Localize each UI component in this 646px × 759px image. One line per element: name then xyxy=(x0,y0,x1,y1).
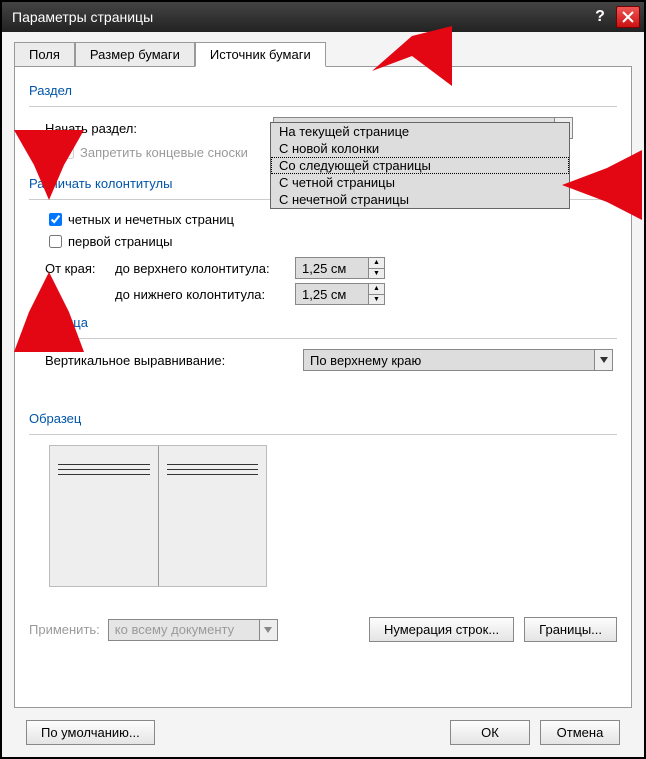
valign-value: По верхнему краю xyxy=(304,353,594,368)
footer-distance-value: 1,25 см xyxy=(296,284,368,304)
start-section-label: Начать раздел: xyxy=(45,121,265,136)
start-section-dropdown[interactable]: На текущей странице С новой колонки Со с… xyxy=(270,122,570,209)
dialog-footer: По умолчанию... ОК Отмена xyxy=(14,710,632,745)
section-group-label: Раздел xyxy=(29,83,617,98)
tab-paper-size[interactable]: Размер бумаги xyxy=(75,42,195,67)
preview-box xyxy=(49,445,267,587)
tab-panel: Раздел Начать раздел: Со следующей стран… xyxy=(14,66,632,708)
divider xyxy=(29,106,617,107)
suppress-endnotes-label: Запретить концевые сноски xyxy=(80,145,248,160)
footer-distance-spinner[interactable]: 1,25 см ▲▼ xyxy=(295,283,385,305)
tab-fields[interactable]: Поля xyxy=(14,42,75,67)
page-group-label: Страница xyxy=(29,315,617,330)
to-footer-label: до нижнего колонтитула: xyxy=(115,287,295,302)
from-edge-label: От края: xyxy=(45,261,115,276)
header-distance-spinner[interactable]: 1,25 см ▲▼ xyxy=(295,257,385,279)
window-title: Параметры страницы xyxy=(12,9,584,25)
chevron-down-icon xyxy=(259,620,277,640)
valign-label: Вертикальное выравнивание: xyxy=(45,353,295,368)
ok-button[interactable]: ОК xyxy=(450,720,530,745)
dropdown-option[interactable]: С нечетной страницы xyxy=(271,191,569,208)
borders-button[interactable]: Границы... xyxy=(524,617,617,642)
dropdown-option[interactable]: Со следующей страницы xyxy=(271,157,569,174)
header-distance-value: 1,25 см xyxy=(296,258,368,278)
apply-to-combo: ко всему документу xyxy=(108,619,278,641)
titlebar: Параметры страницы ? xyxy=(2,2,644,32)
dropdown-option[interactable]: С новой колонки xyxy=(271,140,569,157)
first-page-label: первой страницы xyxy=(68,234,173,249)
odd-even-label: четных и нечетных страниц xyxy=(68,212,234,227)
suppress-endnotes-checkbox xyxy=(61,146,74,159)
dialog-window: Параметры страницы ? Поля Размер бумаги … xyxy=(0,0,646,759)
first-page-checkbox[interactable] xyxy=(49,235,62,248)
dropdown-option[interactable]: На текущей странице xyxy=(271,123,569,140)
close-icon xyxy=(622,11,634,23)
cancel-button[interactable]: Отмена xyxy=(540,720,620,745)
to-header-label: до верхнего колонтитула: xyxy=(115,261,295,276)
line-numbers-button[interactable]: Нумерация строк... xyxy=(369,617,514,642)
apply-to-label: Применить: xyxy=(29,622,100,637)
help-button[interactable]: ? xyxy=(588,6,612,28)
odd-even-checkbox[interactable] xyxy=(49,213,62,226)
tab-strip: Поля Размер бумаги Источник бумаги xyxy=(14,42,632,67)
preview-group-label: Образец xyxy=(29,411,617,426)
spinner-arrows-icon: ▲▼ xyxy=(368,258,384,278)
chevron-down-icon xyxy=(594,350,612,370)
spinner-arrows-icon: ▲▼ xyxy=(368,284,384,304)
client-area: Поля Размер бумаги Источник бумаги Разде… xyxy=(2,32,644,757)
divider xyxy=(29,434,617,435)
valign-combo[interactable]: По верхнему краю xyxy=(303,349,613,371)
close-button[interactable] xyxy=(616,6,640,28)
tab-paper-source[interactable]: Источник бумаги xyxy=(195,42,326,67)
preview-page-right xyxy=(159,446,267,586)
defaults-button[interactable]: По умолчанию... xyxy=(26,720,155,745)
divider xyxy=(29,338,617,339)
dropdown-option[interactable]: С четной страницы xyxy=(271,174,569,191)
apply-to-value: ко всему документу xyxy=(109,622,259,637)
preview-page-left xyxy=(50,446,159,586)
